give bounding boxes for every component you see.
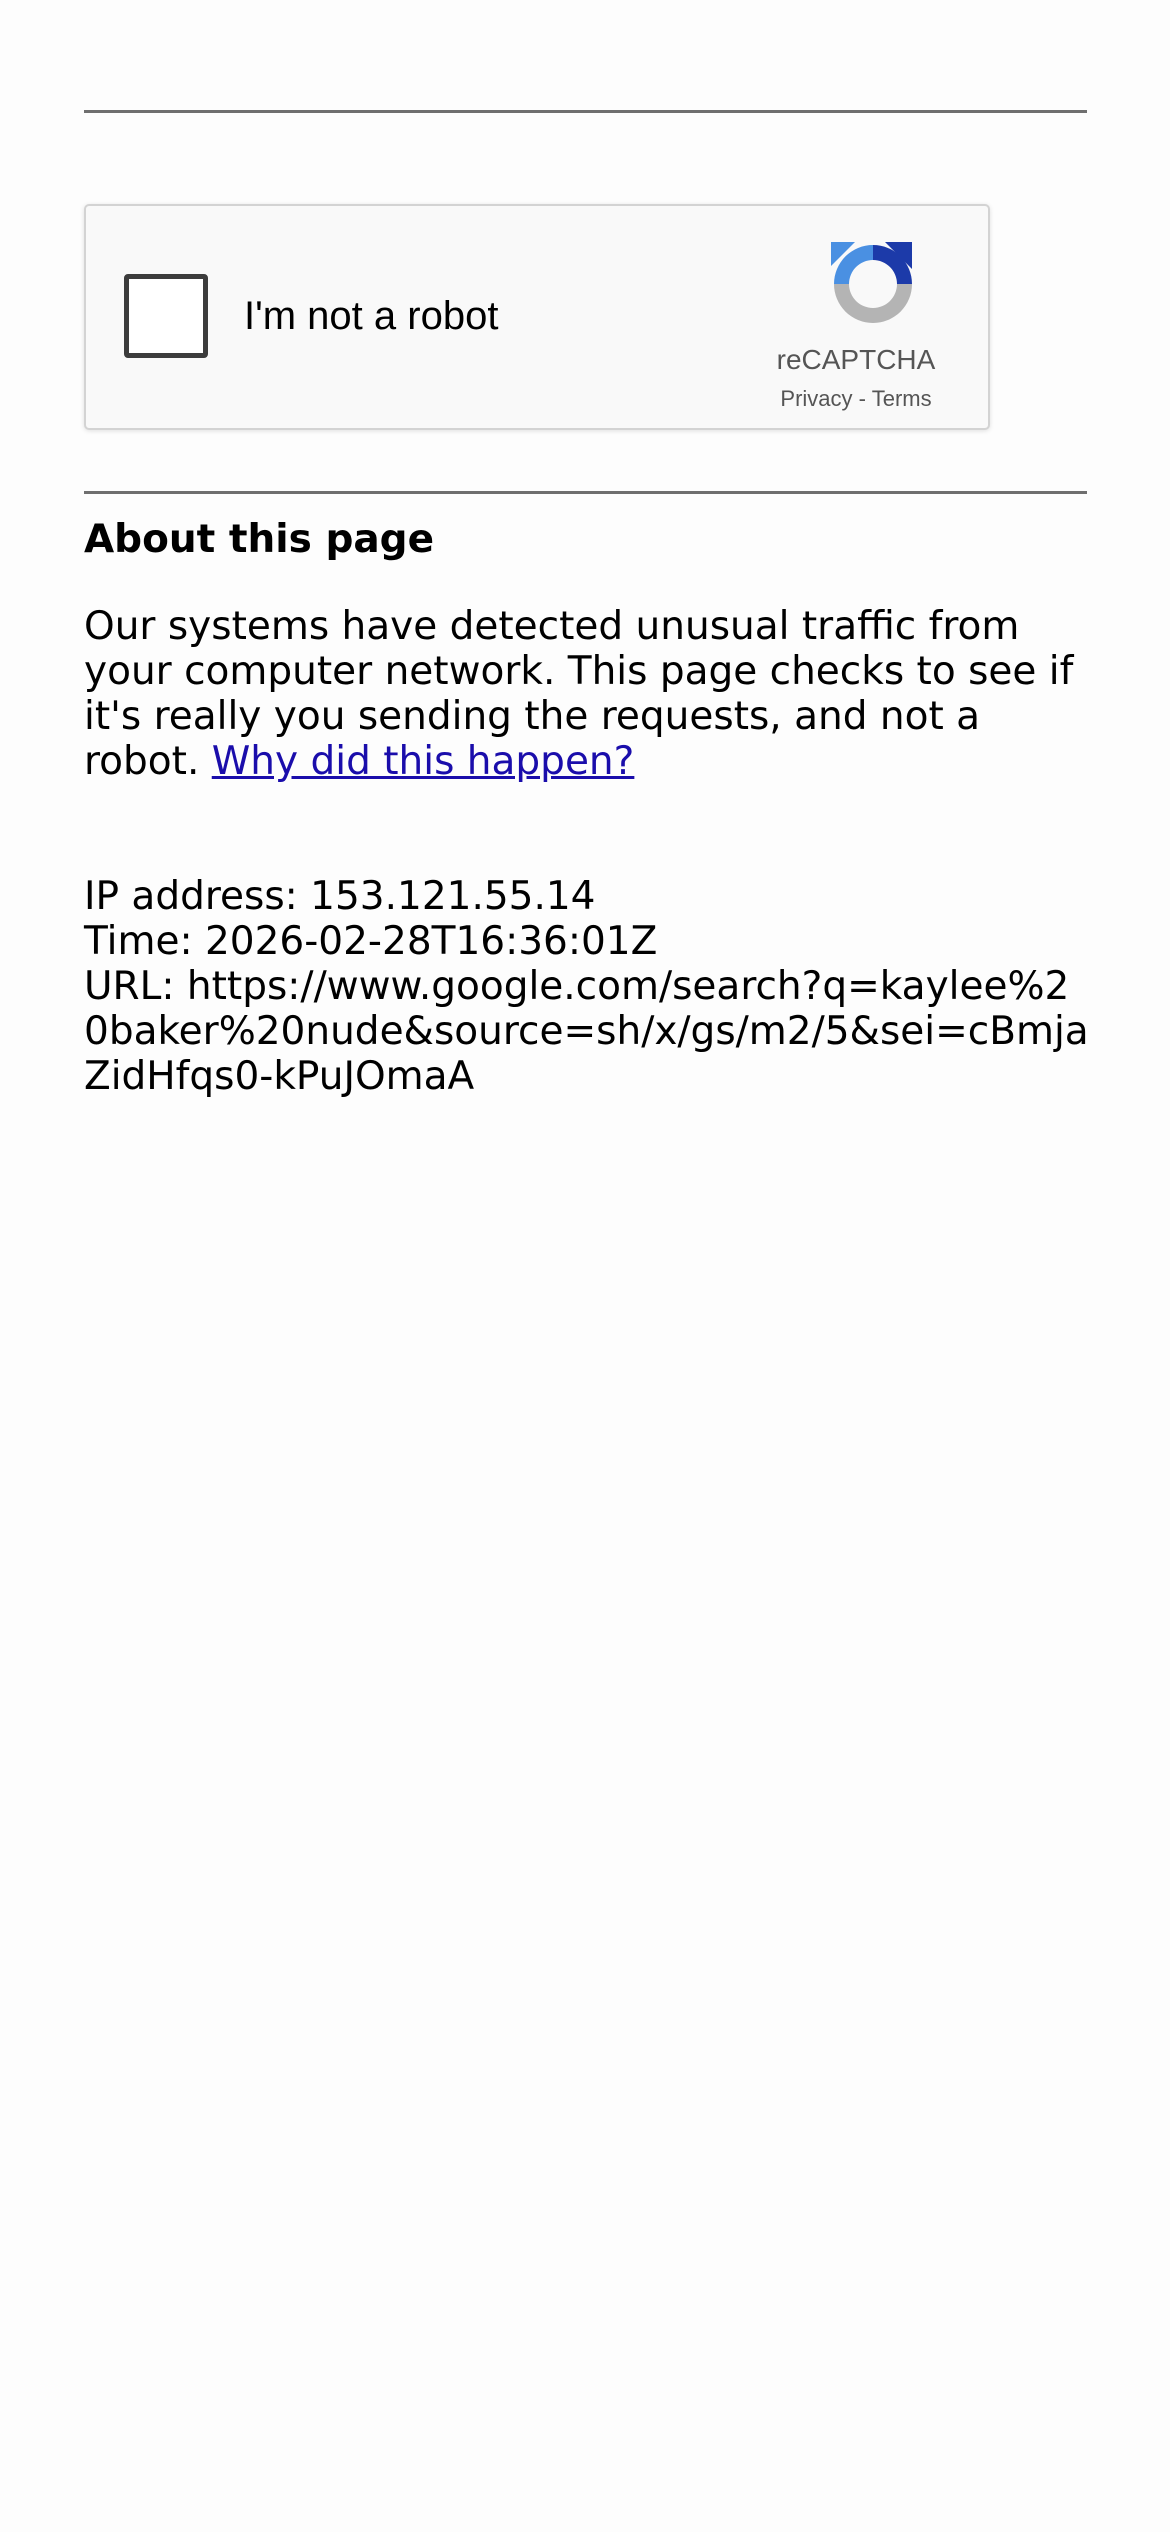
recaptcha-widget: I'm not a robot reCAPTCHA Privacy - Term… <box>84 204 990 430</box>
robot-checkbox[interactable] <box>124 274 208 358</box>
terms-link[interactable]: Terms <box>872 386 932 411</box>
ip-address: IP address: 153.121.55.14 <box>84 874 596 919</box>
section-divider <box>84 491 1087 494</box>
robot-checkbox-label[interactable]: I'm not a robot <box>244 292 498 340</box>
privacy-link[interactable]: Privacy <box>780 386 852 411</box>
top-divider <box>84 110 1087 113</box>
request-url: URL: https://www.google.com/search?q=kay… <box>84 964 1089 1099</box>
recaptcha-logo-icon <box>831 242 912 323</box>
about-description: Our systems have detected unusual traffi… <box>84 604 1094 784</box>
request-info: IP address: 153.121.55.14 Time: 2026-02-… <box>84 874 1094 1099</box>
links-separator: - <box>858 386 866 411</box>
about-title: About this page <box>84 517 435 562</box>
recaptcha-links: Privacy - Terms <box>726 386 986 412</box>
recaptcha-brand: reCAPTCHA <box>776 344 936 375</box>
why-did-this-happen-link[interactable]: Why did this happen? <box>212 739 635 784</box>
request-time: Time: 2026-02-28T16:36:01Z <box>84 919 658 964</box>
